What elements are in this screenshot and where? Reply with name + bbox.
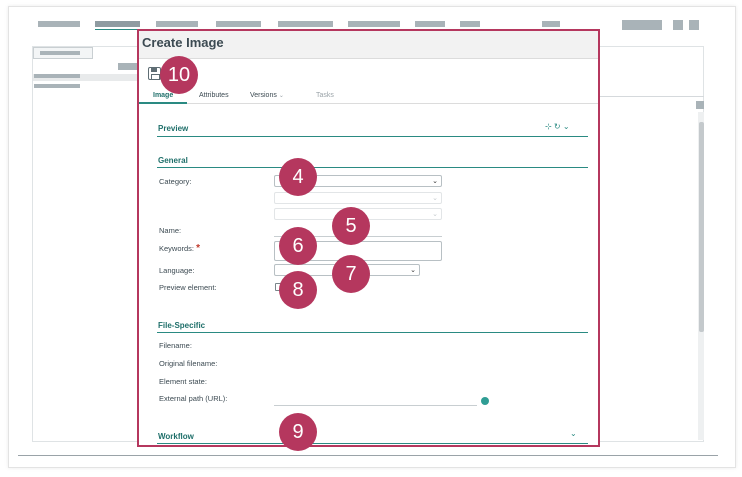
preview-tools-icons[interactable]: ⊹ ↻ ⌄ [545, 122, 570, 131]
header-action[interactable] [673, 20, 683, 30]
chevron-down-icon: ⌄ [432, 195, 438, 202]
section-preview-title[interactable]: Preview [158, 124, 188, 133]
callout-badge-5: 5 [332, 207, 370, 245]
tab-attributes[interactable]: Attributes [199, 92, 229, 99]
filename-label: Filename: [159, 341, 192, 350]
nav-item[interactable] [278, 21, 333, 27]
chevron-down-icon[interactable]: ⌄ [570, 429, 577, 438]
callout-badge-9: 9 [279, 413, 317, 451]
tab-tasks[interactable]: Tasks [316, 92, 334, 99]
section-file-specific-divider [157, 332, 588, 333]
nav-item[interactable] [156, 21, 198, 27]
section-general-divider [157, 167, 588, 168]
section-workflow-divider [157, 443, 588, 444]
dialog-header: Create Image [139, 31, 598, 59]
element-state-label: Element state: [159, 377, 207, 386]
nav-item[interactable] [460, 21, 480, 27]
window-bottom-edge [18, 455, 718, 456]
keywords-label-text: Keywords: [159, 244, 195, 253]
nav-item[interactable] [95, 21, 140, 27]
chevron-down-icon: ⌄ [432, 178, 438, 185]
external-path-label: External path (URL): [159, 394, 228, 403]
background-list-item[interactable] [34, 84, 80, 88]
nav-item[interactable] [415, 21, 445, 27]
dialog-tabs: Image Attributes Versions ⌄ Tasks [139, 89, 598, 104]
nav-item[interactable] [542, 21, 560, 27]
external-path-input[interactable] [274, 405, 477, 406]
dialog-title: Create Image [142, 35, 224, 50]
nav-active-underline [95, 29, 140, 30]
nav-item[interactable] [38, 21, 80, 27]
header-action[interactable] [689, 20, 699, 30]
callout-badge-10: 10 [160, 56, 198, 94]
language-label: Language: [159, 266, 195, 275]
tab-versions[interactable]: Versions ⌄ [250, 92, 284, 99]
name-label: Name: [159, 226, 182, 235]
scrollbar-thumb[interactable] [699, 122, 704, 332]
required-marker: * [196, 243, 201, 254]
chevron-down-icon: ⌄ [432, 211, 438, 218]
create-image-dialog: Create Image Image Attributes Versions ⌄… [137, 29, 600, 447]
chevron-down-icon: ⌄ [410, 267, 416, 274]
background-divider [600, 96, 704, 97]
callout-badge-8: 8 [279, 271, 317, 309]
nav-item[interactable] [348, 21, 400, 27]
check-status-icon [481, 397, 489, 405]
tab-image-underline [139, 102, 187, 104]
section-file-specific-title: File-Specific [158, 321, 206, 330]
callout-badge-7: 7 [332, 255, 370, 293]
preview-element-label: Preview element: [159, 283, 217, 292]
background-toolbar-item[interactable] [118, 63, 138, 70]
background-scroll-button[interactable] [696, 101, 704, 109]
nav-item[interactable] [216, 21, 261, 27]
background-list-item[interactable] [34, 74, 80, 78]
section-workflow-title[interactable]: Workflow [158, 432, 194, 441]
background-tab-label [40, 51, 80, 55]
keywords-label: Keywords: * [159, 243, 200, 254]
header-action[interactable] [622, 20, 662, 30]
category-label: Category: [159, 177, 192, 186]
callout-badge-6: 6 [279, 227, 317, 265]
section-preview-divider [157, 136, 588, 137]
section-general-title: General [158, 156, 188, 165]
original-filename-label: Original filename: [159, 359, 218, 368]
tab-versions-label: Versions [250, 92, 277, 99]
chevron-down-icon: ⌄ [278, 93, 284, 99]
tab-image[interactable]: Image [153, 92, 173, 99]
callout-badge-4: 4 [279, 158, 317, 196]
